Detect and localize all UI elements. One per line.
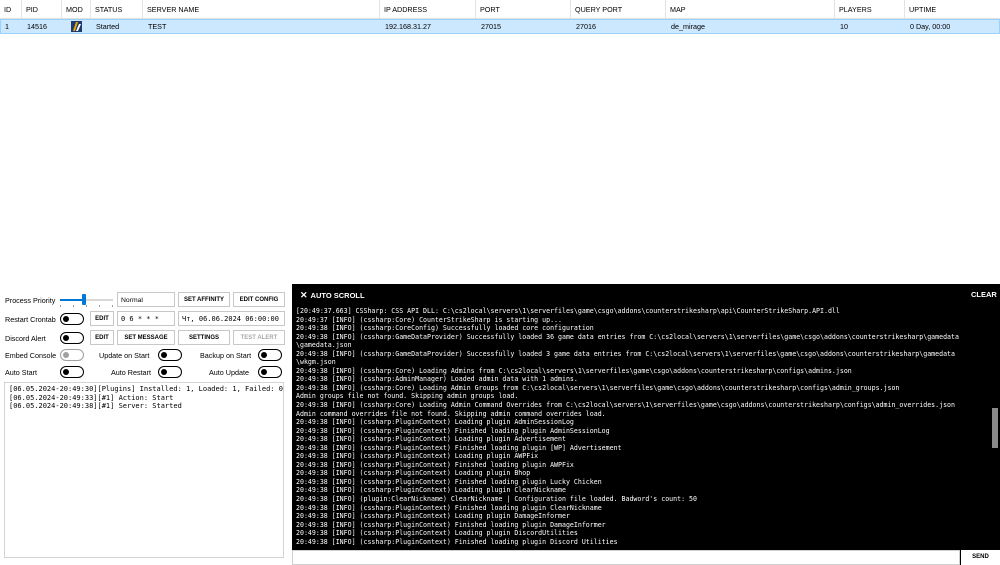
console-line: \gamedata.json — [296, 341, 352, 350]
process-priority-label: Process Priority — [5, 296, 56, 305]
discord-alert-toggle[interactable] — [60, 332, 84, 344]
console-line: 20:49:38 [INFO] (cssharp:PluginContext) … — [296, 469, 531, 478]
console-line: 20:49:38 [INFO] (cssharp:PluginContext) … — [296, 537, 618, 546]
cell-map: de_mirage — [671, 22, 705, 31]
slider-thumb[interactable] — [81, 294, 86, 305]
edit-crontab-button[interactable]: EDIT — [90, 311, 114, 326]
auto-update-toggle[interactable] — [258, 366, 282, 378]
discord-alert-label: Discord Alert — [5, 334, 46, 343]
console-line: 20:49:38 [INFO] (cssharp:PluginContext) … — [296, 512, 570, 521]
next-restart-field: Чт, 06.06.2024 06:00:00 — [178, 311, 285, 326]
console-line: 20:49:38 [INFO] (cssharp:PluginContext) … — [296, 503, 602, 512]
console-line: 20:49:38 [INFO] (cssharp:PluginContext) … — [296, 520, 606, 529]
console-line: 20:49:38 [INFO] (cssharp:PluginContext) … — [296, 477, 602, 486]
close-icon: ✕ — [300, 290, 308, 300]
server-console: ✕ AUTO SCROLL CLEAR [20:49:37.663] CSShar… — [292, 284, 1000, 565]
scrollbar-thumb[interactable] — [992, 408, 998, 448]
cell-id: 1 — [5, 22, 9, 31]
console-line: 20:49:38 [INFO] (cssharp:PluginContext) … — [296, 435, 566, 444]
edit-discord-button[interactable]: EDIT — [90, 330, 114, 345]
set-message-button[interactable]: SET MESSAGE — [117, 330, 175, 345]
cell-players: 10 — [840, 22, 848, 31]
column-header-status[interactable]: STATUS — [91, 0, 143, 18]
console-line: 20:49:38 [INFO] (cssharp:PluginContext) … — [296, 460, 574, 469]
auto-start-label: Auto Start — [5, 368, 37, 377]
log-line: [06.05.2024-20:49:30][Plugins] Installed… — [9, 385, 283, 393]
console-line: 20:49:38 [INFO] (cssharp:PluginContext) … — [296, 443, 622, 452]
restart-crontab-label: Restart Crontab — [5, 315, 56, 324]
console-line: 20:49:38 [INFO] (cssharp:PluginContext) … — [296, 418, 574, 427]
auto-restart-label: Auto Restart — [111, 368, 151, 377]
console-output[interactable]: [20:49:37.663] CSSharp: CSS API DLL: C:\… — [296, 307, 986, 549]
console-scrollbar[interactable] — [991, 306, 999, 549]
console-line: 20:49:38 [INFO] (cssharp:CoreConfig) Suc… — [296, 324, 594, 333]
auto-scroll-toggle[interactable]: ✕ AUTO SCROLL — [300, 289, 365, 301]
cell-port: 27015 — [481, 22, 501, 31]
cell-uptime: 0 Day, 00:00 — [910, 22, 951, 31]
backup-on-start-toggle[interactable] — [258, 349, 282, 361]
cs2-game-icon — [71, 21, 82, 32]
console-line: 20:49:38 [INFO] (cssharp:PluginContext) … — [296, 529, 578, 538]
slider-ticks — [60, 305, 113, 307]
auto-update-label: Auto Update — [209, 368, 249, 377]
console-line: 20:49:38 [INFO] (cssharp:AdminManager) L… — [296, 375, 578, 384]
clear-button[interactable]: CLEAR — [971, 289, 997, 301]
column-header-mod[interactable]: MOD — [62, 0, 91, 18]
cell-query-port: 27016 — [576, 22, 596, 31]
console-line: 20:49:38 [INFO] (cssharp:GameDataProvide… — [296, 349, 955, 358]
embed-console-label: Embed Console — [5, 351, 57, 360]
test-alert-button[interactable]: TEST ALERT — [233, 330, 285, 345]
slider-fill — [60, 299, 84, 301]
console-line: [20:49:37.663] CSSharp: CSS API DLL: C:\… — [296, 307, 840, 315]
column-header-server-name[interactable]: SERVER NAME — [143, 0, 380, 18]
log-line: [06.05.2024-20:49:38][#1] Server: Starte… — [9, 402, 182, 410]
console-line: 20:49:38 [INFO] (cssharp:GameDataProvide… — [296, 332, 959, 341]
console-header: ✕ AUTO SCROLL CLEAR — [292, 284, 1000, 306]
auto-scroll-label: AUTO SCROLL — [310, 291, 365, 300]
cell-ip-address: 192.168.31.27 — [385, 22, 431, 31]
column-header-id[interactable]: ID — [0, 0, 22, 18]
console-line: 20:49:38 [INFO] (cssharp:Core) Loading A… — [296, 366, 852, 375]
console-line: \wkgm.json — [296, 358, 336, 367]
cell-pid: 14516 — [27, 22, 47, 31]
settings-button[interactable]: SETTINGS — [178, 330, 230, 345]
console-line: 20:49:38 [INFO] (cssharp:PluginContext) … — [296, 452, 539, 461]
console-line: 20:49:38 [INFO] (cssharp:Core) Loading A… — [296, 383, 900, 392]
table-row[interactable]: 1 14516 Started TEST 192.168.31.27 27015… — [0, 19, 1000, 34]
log-line: [06.05.2024-20:49:33][#1] Action: Start — [9, 393, 174, 402]
process-priority-slider[interactable] — [60, 294, 113, 305]
console-line: 20:49:38 [INFO] (cssharp:PluginContext) … — [296, 426, 610, 435]
column-header-pid[interactable]: PID — [22, 0, 62, 18]
embed-console-toggle[interactable] — [60, 349, 84, 361]
console-line: 20:49:38 [INFO] (cssharp:PluginContext) … — [296, 486, 566, 495]
console-line: Admin groups file not found. Skipping ad… — [296, 392, 519, 401]
set-affinity-button[interactable]: SET AFFINITY — [178, 292, 230, 307]
column-header-uptime[interactable]: UPTIME — [905, 0, 1000, 18]
column-header-players[interactable]: PLAYERS — [835, 0, 905, 18]
auto-restart-toggle[interactable] — [158, 366, 182, 378]
console-line: 20:49:38 [INFO] (cssharp:Core) Loading A… — [296, 401, 955, 410]
column-header-ip-address[interactable]: IP ADDRESS — [380, 0, 476, 18]
console-line: 20:49:37 [INFO] (cssharp:Core) CounterSt… — [296, 315, 562, 324]
table-header: ID PID MOD STATUS SERVER NAME IP ADDRESS… — [0, 0, 1000, 19]
auto-start-toggle[interactable] — [60, 366, 84, 378]
send-button[interactable]: SEND — [961, 550, 1000, 565]
column-header-port[interactable]: PORT — [476, 0, 571, 18]
update-on-start-label: Update on Start — [99, 351, 150, 360]
crontab-expression-field[interactable]: 0 6 * * * — [117, 311, 175, 326]
priority-value-field[interactable]: Normal — [117, 292, 175, 307]
command-input[interactable] — [292, 550, 960, 565]
edit-config-button[interactable]: EDIT CONFIG — [233, 292, 285, 307]
restart-crontab-toggle[interactable] — [60, 313, 84, 325]
column-header-query-port[interactable]: QUERY PORT — [571, 0, 666, 18]
backup-on-start-label: Backup on Start — [200, 351, 252, 360]
event-log[interactable]: [06.05.2024-20:49:30][Plugins] Installed… — [4, 382, 284, 558]
cell-status: Started — [96, 22, 120, 31]
column-header-map[interactable]: MAP — [666, 0, 835, 18]
console-line: Admin command overrides file not found. … — [296, 409, 606, 418]
console-line: 20:49:38 [INFO] (plugin:ClearNickname) C… — [296, 495, 697, 504]
update-on-start-toggle[interactable] — [158, 349, 182, 361]
server-table: ID PID MOD STATUS SERVER NAME IP ADDRESS… — [0, 0, 1000, 284]
cell-server-name: TEST — [148, 22, 167, 31]
